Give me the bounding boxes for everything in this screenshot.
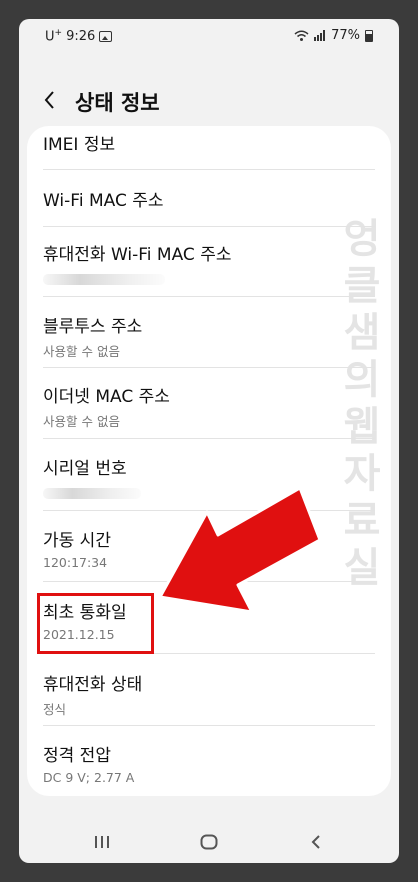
- list-item-phone-status[interactable]: 휴대전화 상태 정식: [43, 670, 375, 718]
- divider: [43, 438, 375, 439]
- annotation-arrow: [144, 509, 304, 619]
- page-title: 상태 정보: [75, 91, 160, 115]
- list-item-serial-number[interactable]: 시리얼 번호: [43, 454, 375, 499]
- wifi-icon: [294, 30, 309, 41]
- gallery-notification-icon: [99, 30, 113, 42]
- redacted-value: [43, 274, 165, 285]
- list-item-wifi-mac[interactable]: Wi-Fi MAC 주소: [43, 186, 375, 211]
- recents-icon: [95, 836, 109, 848]
- list-item-imei[interactable]: IMEI 정보: [43, 130, 375, 155]
- battery-icon: [365, 29, 373, 42]
- divider: [43, 226, 375, 227]
- battery-percent: 77%: [331, 28, 360, 43]
- status-bar: U+ 9:26 77%: [19, 19, 399, 53]
- list-item-phone-wifi-mac[interactable]: 휴대전화 Wi-Fi MAC 주소: [43, 240, 375, 285]
- status-info-list: 엉클샘의웹자료실 IMEI 정보 Wi-Fi MAC 주소 휴대전화 Wi-Fi…: [27, 126, 391, 796]
- back-icon: [311, 835, 320, 849]
- navigation-bar: [19, 819, 399, 863]
- list-item-ethernet-mac[interactable]: 이더넷 MAC 주소 사용할 수 없음: [43, 382, 375, 430]
- home-button[interactable]: [194, 829, 224, 855]
- nav-back-button[interactable]: [301, 829, 331, 855]
- carrier-label: U+: [45, 28, 63, 45]
- divider: [43, 367, 375, 368]
- app-bar: 상태 정보: [19, 75, 399, 125]
- divider: [43, 296, 375, 297]
- phone-screen: U+ 9:26 77% 상태 정보 엉클샘의웹자료실 IMEI 정보 Wi-Fi…: [19, 19, 399, 863]
- recents-button[interactable]: [87, 829, 117, 855]
- list-item-bluetooth-address[interactable]: 블루투스 주소 사용할 수 없음: [43, 312, 375, 360]
- list-item-rated-voltage[interactable]: 정격 전압 DC 9 V; 2.77 A: [43, 741, 375, 785]
- divider: [43, 169, 375, 170]
- status-time: 9:26: [66, 28, 96, 44]
- chevron-left-icon: [44, 91, 54, 109]
- back-button[interactable]: [39, 83, 67, 117]
- divider: [43, 725, 375, 726]
- home-icon: [200, 834, 218, 850]
- redacted-value: [43, 488, 141, 499]
- highlight-box: [37, 593, 154, 654]
- signal-icon: [314, 30, 326, 41]
